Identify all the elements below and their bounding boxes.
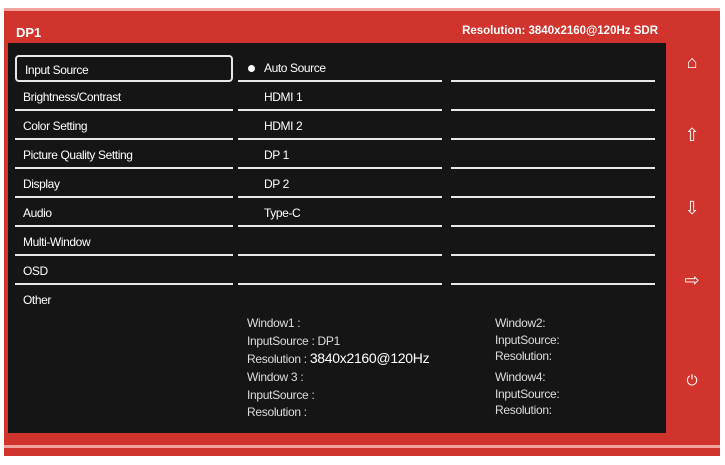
- window1-input: InputSource : DP1: [247, 333, 340, 348]
- window3-info: Window 3 : InputSource : Resolution :: [247, 369, 315, 422]
- current-source: DP1: [16, 25, 42, 40]
- menu-multi-window[interactable]: Multi-Window: [15, 229, 233, 256]
- option-dp2[interactable]: DP 2: [238, 171, 442, 198]
- option-label: Auto Source: [264, 61, 326, 75]
- window2-resolution: Resolution:: [495, 349, 552, 363]
- column3-empty: [451, 258, 655, 285]
- column3-empty: [451, 55, 655, 82]
- bottom-stripe: [4, 445, 720, 448]
- up-arrow-icon[interactable]: ⇧: [682, 125, 702, 146]
- window4-info: Window4: InputSource: Resolution:: [495, 369, 560, 419]
- window4-label: Window4:: [495, 370, 546, 384]
- menu-input-source[interactable]: Input Source: [15, 55, 233, 82]
- window3-label: Window 3 :: [247, 370, 304, 384]
- option-hdmi1[interactable]: HDMI 1: [238, 84, 442, 111]
- option-type-c[interactable]: Type-C: [238, 200, 442, 227]
- exit-icon[interactable]: ⇨: [682, 270, 702, 291]
- menu-other[interactable]: Other: [15, 287, 233, 314]
- down-arrow-icon[interactable]: ⇩: [682, 198, 702, 219]
- resolution-label: Resolution :: [247, 352, 310, 366]
- option-auto-source[interactable]: Auto Source: [238, 55, 442, 82]
- menu-color-setting[interactable]: Color Setting: [15, 113, 233, 140]
- window2-label: Window2:: [495, 316, 546, 330]
- menu-picture-quality[interactable]: Picture Quality Setting: [15, 142, 233, 169]
- home-icon[interactable]: ⌂: [682, 52, 702, 73]
- option-hdmi2[interactable]: HDMI 2: [238, 113, 442, 140]
- option-empty: [238, 229, 442, 256]
- menu-audio[interactable]: Audio: [15, 200, 233, 227]
- column3-empty: [451, 171, 655, 198]
- column3-empty: [451, 84, 655, 111]
- window3-resolution: Resolution :: [247, 405, 307, 419]
- menu-brightness-contrast[interactable]: Brightness/Contrast: [15, 84, 233, 111]
- osd-panel: Input Source Brightness/Contrast Color S…: [8, 43, 666, 433]
- window1-info: Window1 : InputSource : DP1 Resolution :…: [247, 315, 430, 369]
- resolution-status: Resolution: 3840x2160@120Hz SDR: [462, 25, 658, 37]
- power-icon[interactable]: ⏻: [682, 372, 702, 389]
- option-empty: [238, 258, 442, 285]
- option-dp1[interactable]: DP 1: [238, 142, 442, 169]
- selected-dot-icon: [248, 65, 255, 72]
- window1-label: Window1 :: [247, 316, 301, 330]
- window2-info: Window2: InputSource: Resolution:: [495, 315, 560, 365]
- window4-input: InputSource:: [495, 386, 560, 401]
- osd-frame: DP1 Resolution: 3840x2160@120Hz SDR Inpu…: [4, 8, 720, 456]
- column3-empty: [451, 142, 655, 169]
- menu-display[interactable]: Display: [15, 171, 233, 198]
- column3-empty: [451, 113, 655, 140]
- resolution-value: 3840x2160@120Hz: [309, 350, 430, 366]
- column3-empty: [451, 229, 655, 256]
- window3-input: InputSource :: [247, 387, 315, 402]
- window4-resolution: Resolution:: [495, 403, 552, 417]
- window2-input: InputSource:: [495, 332, 560, 347]
- window1-resolution: Resolution : 3840x2160@120Hz: [247, 350, 430, 369]
- column3-empty: [451, 200, 655, 227]
- menu-osd[interactable]: OSD: [15, 258, 233, 285]
